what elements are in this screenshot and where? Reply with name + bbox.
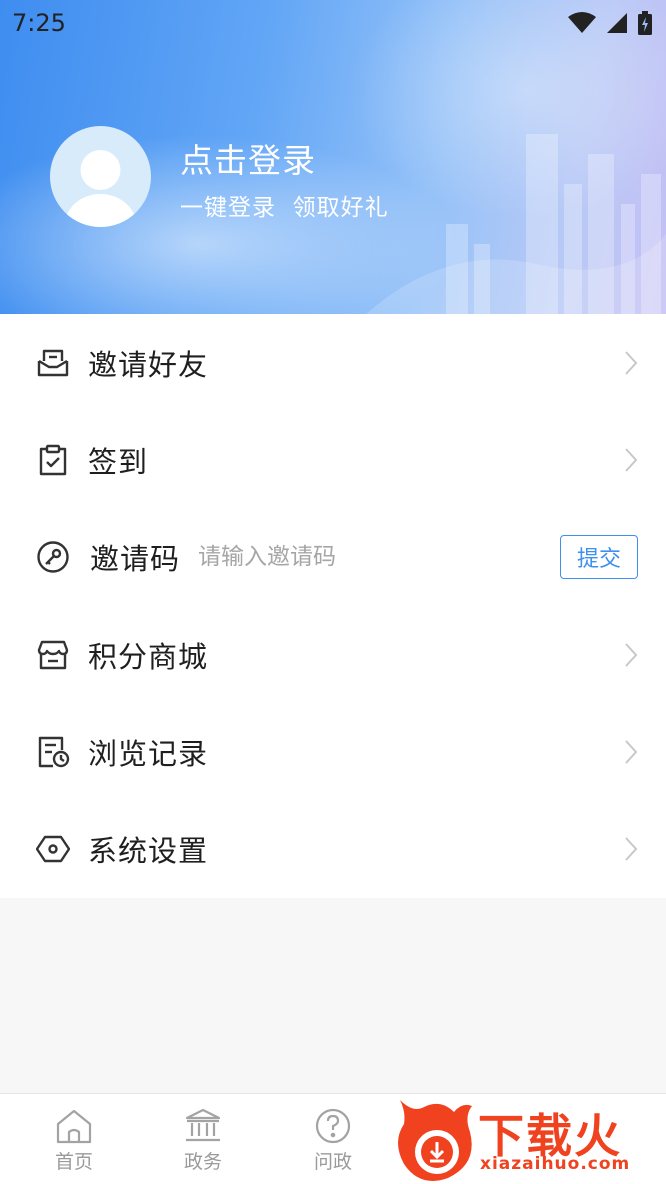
menu-item-checkin[interactable]: 签到 [0,411,666,508]
login-title[interactable]: 点击登录 [180,134,316,182]
menu-item-settings[interactable]: 系统设置 [0,800,666,897]
home-icon [56,1109,92,1144]
invite-envelope-icon [37,349,69,376]
wifi-icon [568,12,596,33]
chevron-right-icon [625,448,638,472]
invite-code-input[interactable] [198,537,498,578]
watermark-url: xiazaihuo.com [480,1154,631,1174]
menu-label-points-mall: 积分商城 [88,639,209,674]
status-bar: 7:25 [0,0,666,46]
chevron-right-icon [625,740,638,764]
nav-tab-government[interactable]: 政务 [163,1108,243,1174]
store-icon [37,640,69,669]
government-icon [185,1108,221,1142]
menu-item-invite-friends[interactable]: 邀请好友 [0,314,666,411]
menu-label-settings: 系统设置 [88,834,209,869]
chevron-right-icon [625,642,638,667]
settings-hex-icon [36,835,70,863]
flame-logo-icon [398,1100,472,1181]
key-icon [37,541,69,573]
submit-invite-code-button[interactable]: 提交 [560,535,638,580]
menu-label-invite-code: 邀请码 [90,542,181,577]
history-icon [38,736,70,768]
status-time: 7:25 [12,9,66,37]
avatar[interactable] [50,126,151,227]
login-subtitle: 一键登录 领取好礼 [180,195,389,221]
menu-list: 邀请好友 签到 邀请码 提交 [0,314,666,898]
default-avatar-icon [64,150,137,227]
nav-label-government: 政务 [183,1151,222,1173]
nav-tab-home[interactable]: 首页 [34,1108,114,1174]
skyline-decoration [366,134,666,314]
menu-item-invite-code: 邀请码 提交 [0,509,666,606]
cellular-signal-icon [607,13,627,33]
nav-label-home: 首页 [54,1151,93,1173]
nav-label-inquiry: 问政 [313,1151,352,1173]
status-icons [568,11,652,35]
menu-label-history: 浏览记录 [88,736,209,771]
menu-item-points-mall[interactable]: 积分商城 [0,606,666,703]
menu-item-history[interactable]: 浏览记录 [0,703,666,800]
watermark: 下载火 xiazaihuo.com [392,1094,666,1184]
question-icon [315,1108,351,1144]
profile-header: 7:25 点击登录 一键登录 领取好礼 [0,0,666,314]
menu-label-invite-friends: 邀请好友 [88,347,209,382]
my-page: 7:25 点击登录 一键登录 领取好礼 邀请好友 签到 邀请码 请输入邀请码 提… [0,0,666,1184]
menu-label-checkin: 签到 [88,444,149,479]
battery-icon [638,11,652,35]
checkin-clipboard-icon [39,444,67,476]
nav-tab-inquiry[interactable]: 问政 [293,1108,373,1174]
chevron-right-icon [625,837,638,861]
chevron-right-icon [625,350,638,375]
